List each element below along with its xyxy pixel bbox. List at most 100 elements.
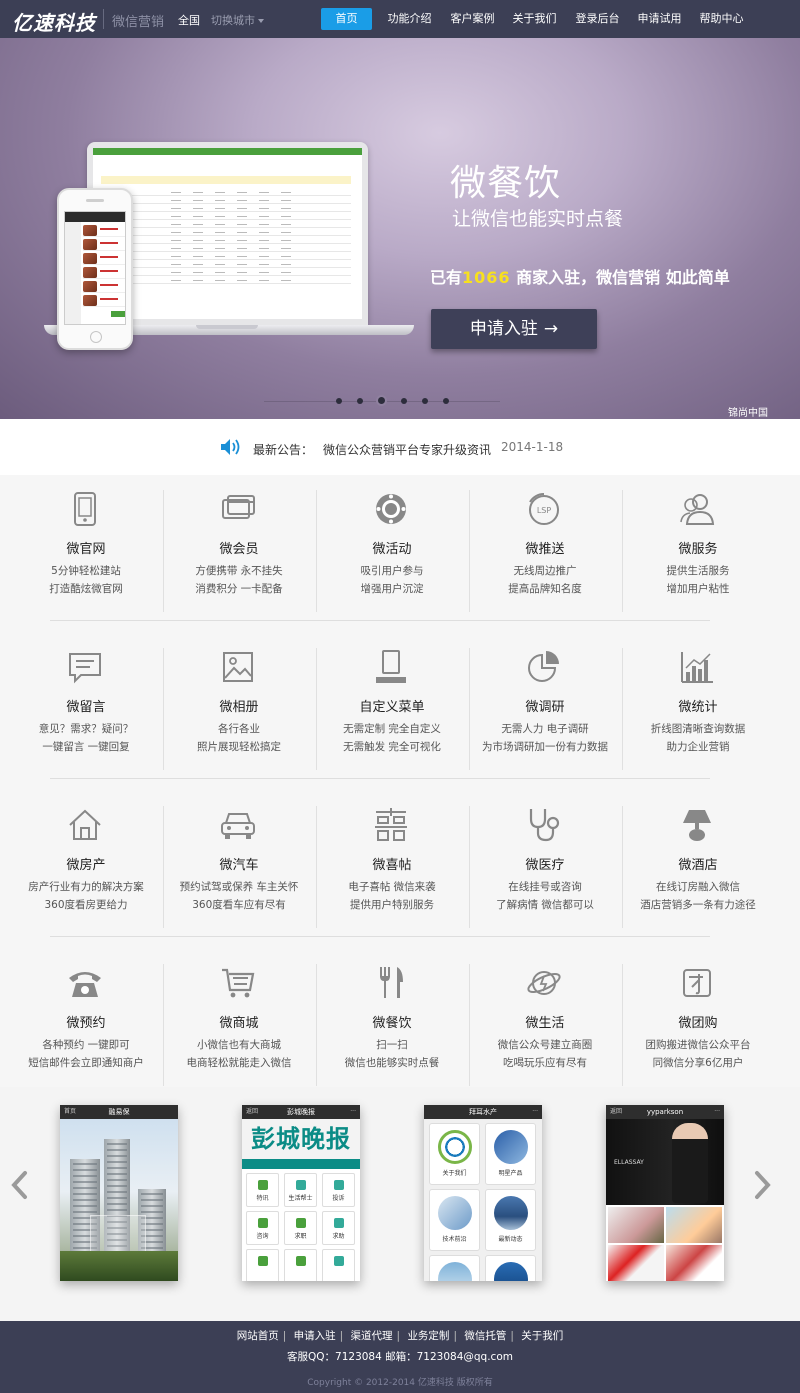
feature-row: 微官网 5分钟轻松建站 打造酷炫微官网 微会员 方便携带 永不挂失 消费积分 一… [10,480,790,630]
nav-trial[interactable]: 申请试用 [632,8,687,30]
chevron-right-icon[interactable] [750,1169,774,1201]
feature-desc: 在线挂号或咨询 [508,881,582,893]
svg-text:LSP: LSP [537,506,552,515]
feature-name: 微预约 [66,1016,106,1031]
feature-row: 微房产 房产行业有力的解决方案 360度看房更给力 微汽车 预约试驾或保养 车主… [10,796,790,946]
card-icon [219,490,257,528]
feature-desc: 意见？需求？疑问？ [38,723,134,735]
speaker-icon [221,439,240,455]
carousel-dot[interactable] [336,398,342,404]
banner-stat: 已有1066 商家入驻，微信营销 如此简单 [430,268,730,287]
feature-name: 微统计 [678,700,718,715]
carousel-dot[interactable] [357,398,363,404]
feature-grid: 微官网 5分钟轻松建站 打造酷炫微官网 微会员 方便携带 永不挂失 消费积分 一… [0,475,800,1087]
bar-chart-icon [678,648,716,686]
feature-desc: 扫一扫 [376,1039,408,1051]
feature-item[interactable]: 自定义菜单 无需定制 完全自定义 无需触发 完全可视化 [316,638,468,780]
feature-name: 自定义菜单 [359,700,425,715]
feature-desc: 微信公众号建立商圈 [497,1039,593,1051]
hero-banner: 微餐饮 让微信也能实时点餐 已有1066 商家入驻，微信营销 如此简单 申请入驻… [0,38,800,419]
feature-item[interactable]: 微房产 房产行业有力的解决方案 360度看房更给力 [10,796,162,938]
feature-desc: 电商轻松就能走入微信 [186,1057,292,1069]
carousel-dot[interactable] [443,398,449,404]
carousel-dot-active[interactable] [376,395,387,406]
feature-desc: 团购搬进微信公众平台 [645,1039,751,1051]
announcement-link[interactable]: 微信公众营销平台专家升级资讯 [323,441,491,458]
feature-desc: 无需触发 完全可视化 [343,741,441,753]
feature-item[interactable]: 微汽车 预约试驾或保养 车主关怀 360度看车应有尽有 [163,796,315,938]
footer-link-about[interactable]: 关于我们 [521,1328,563,1343]
feature-desc: 一键留言 一键回复 [42,741,130,753]
feature-item[interactable]: 微医疗 在线挂号或咨询 了解病情 微信都可以 [469,796,621,938]
feature-desc: 吃喝玩乐应有尽有 [503,1057,587,1069]
footer-link-apply[interactable]: 申请入驻 [294,1328,336,1343]
footer-link-hosting[interactable]: 微信托管 [464,1328,506,1343]
feature-item[interactable]: 微酒店 在线订房融入微信 酒店营销多一条有力途径 [622,796,774,938]
banner-title: 微餐饮 [450,163,562,204]
feature-item[interactable]: 微团购 团购搬进微信公众平台 同微信分享6亿用户 [622,954,774,1096]
feature-item[interactable]: 微生活 微信公众号建立商圈 吃喝玩乐应有尽有 [469,954,621,1096]
arrow-right-icon: → [543,319,559,339]
feature-item[interactable]: 微统计 折线图清晰查询数据 助力企业营销 [622,638,774,780]
feature-name: 微商城 [219,1016,259,1031]
case-title-bar: 返回 yyparkson ··· [606,1105,724,1119]
nav-cases[interactable]: 客户案例 [445,8,500,30]
footer-link-home[interactable]: 网站首页 [237,1328,279,1343]
feature-name: 微相册 [219,700,259,715]
carousel-dot[interactable] [422,398,428,404]
footer-link-channel[interactable]: 渠道代理 [351,1328,393,1343]
gift-wheel-icon [372,490,410,528]
feature-desc: 增加用户粘性 [666,583,730,595]
feature-item[interactable]: 微会员 方便携带 永不挂失 消费积分 一卡配备 [163,480,315,622]
feature-item[interactable]: 微预约 各种预约 一键即可 短信邮件会立即通知商户 [10,954,162,1096]
feature-desc: 小微信也有大商城 [197,1039,281,1051]
feature-desc: 电子喜帖 微信来袭 [348,881,436,893]
nav-features[interactable]: 功能介绍 [382,8,437,30]
photo-icon [219,648,257,686]
chevron-left-icon[interactable] [8,1169,32,1201]
feature-desc: 为市场调研加一份有力数据 [482,741,608,753]
apply-join-button[interactable]: 申请入驻 → [431,309,597,349]
feature-item[interactable]: 微商城 小微信也有大商城 电商轻松就能走入微信 [163,954,315,1096]
feature-item[interactable]: 微喜帖 电子喜帖 微信来袭 提供用户特别服务 [316,796,468,938]
feature-item[interactable]: 微调研 无需人力 电子调研 为市场调研加一份有力数据 [469,638,621,780]
case-card[interactable]: 返回 彭城晚报 ··· 彭城晚报 特讯 生活帮士 投诉 咨询 求职 求助 [242,1105,360,1281]
fork-knife-icon [372,964,410,1002]
switch-city-dropdown[interactable]: 切换城市 [211,12,264,28]
planet-icon [525,964,563,1002]
feature-item[interactable]: 微服务 提供生活服务 增加用户粘性 [622,480,774,622]
current-city: 全国 [178,14,200,27]
case-title-bar: 首页 融易保 [60,1105,178,1119]
case-card[interactable]: 返回 yyparkson ··· ELLASSAY [606,1105,724,1281]
phone-home-button [90,331,102,343]
feature-item[interactable]: 微官网 5分钟轻松建站 打造酷炫微官网 [10,480,162,622]
feature-name: 微推送 [525,542,565,557]
site-logo[interactable]: 亿速科技 [12,7,96,36]
nav-help[interactable]: 帮助中心 [694,8,749,30]
case-card[interactable]: 拜耳水产 ··· 关于我们 明星产品 技术前沿 最新动态 [424,1105,542,1281]
feature-desc: 提供生活服务 [666,565,730,577]
chevron-down-icon [258,19,264,23]
feature-name: 微调研 [525,700,565,715]
feature-name: 微汽车 [219,858,259,873]
feature-desc: 5分钟轻松建站 [51,565,121,577]
case-screenshot [60,1119,178,1281]
nav-home[interactable]: 首页 [321,8,372,30]
message-icon [66,648,104,686]
feature-name: 微活动 [372,542,412,557]
apply-join-label: 申请入驻 [469,319,538,339]
merchant-count: 1066 [462,268,511,287]
feature-item[interactable]: LSP 微推送 无线周边推广 提高品牌知名度 [469,480,621,622]
client-cases-carousel: 首页 融易保 返回 彭城晚报 ··· 彭城晚报 特讯 生活帮士 投诉 咨询 求职 求助 [0,1087,800,1321]
feature-item[interactable]: 微留言 意见？需求？疑问？ 一键留言 一键回复 [10,638,162,780]
feature-row: 微预约 各种预约 一键即可 短信邮件会立即通知商户 微商城 小微信也有大商城 电… [10,954,790,1104]
nav-about[interactable]: 关于我们 [507,8,562,30]
feature-item[interactable]: 微相册 各行各业 照片展现轻松搞定 [163,638,315,780]
nav-login[interactable]: 登录后台 [570,8,625,30]
feature-name: 微团购 [678,1016,718,1031]
carousel-dot[interactable] [401,398,407,404]
footer-link-custom[interactable]: 业务定制 [407,1328,449,1343]
feature-item[interactable]: 微活动 吸引用户参与 增强用户沉淀 [316,480,468,622]
case-card[interactable]: 首页 融易保 [60,1105,178,1281]
feature-item[interactable]: 微餐饮 扫一扫 微信也能够实时点餐 [316,954,468,1096]
